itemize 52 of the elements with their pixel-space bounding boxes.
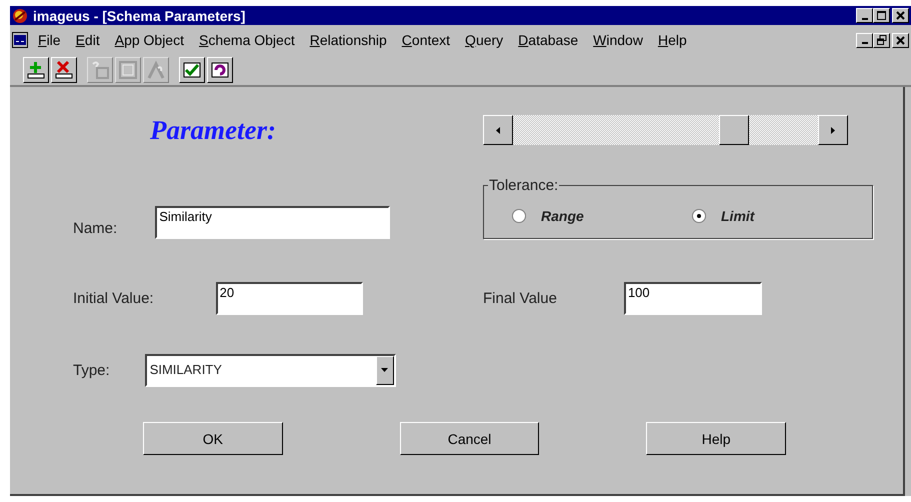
add-button[interactable] [23, 57, 49, 83]
app-icon [12, 8, 29, 24]
dialog-button[interactable]: Cancel [400, 422, 540, 455]
heading: Parameter: [150, 114, 276, 146]
close-icon [896, 11, 905, 20]
type-dropdown[interactable]: SIMILARITY [144, 354, 396, 386]
final-value-field[interactable]: 100 [624, 282, 762, 315]
refresh-button[interactable] [207, 57, 233, 83]
initial-value-label: Initial Value: [73, 290, 154, 307]
right-arrow-icon [831, 126, 835, 134]
menu-item[interactable]: Query [465, 32, 504, 48]
type-label: Type: [73, 362, 110, 378]
initial-value-field[interactable]: 20 [216, 282, 363, 315]
minimize-icon [862, 42, 868, 44]
dialog-button[interactable]: Help [646, 422, 786, 455]
name-label: Name: [73, 220, 118, 237]
minimize-button[interactable] [856, 8, 873, 23]
delete-button[interactable] [51, 57, 77, 83]
menu-item[interactable]: Help [658, 32, 687, 48]
minimize-button[interactable] [856, 32, 873, 48]
close-icon [896, 36, 905, 44]
menu-item[interactable]: Schema Object [199, 32, 295, 48]
maximize-button[interactable] [873, 8, 890, 23]
menu-item[interactable]: Relationship [310, 32, 387, 48]
document-icon[interactable] [12, 32, 28, 48]
close-button[interactable] [892, 32, 909, 48]
menu-item[interactable]: File [38, 32, 61, 48]
close-button[interactable] [892, 8, 909, 23]
menu-item[interactable]: App Object [114, 32, 184, 48]
dropdown-arrow-icon [381, 368, 388, 372]
menu-item[interactable]: Database [518, 32, 578, 48]
maximize-icon [877, 11, 886, 20]
menu-item[interactable]: Window [593, 32, 643, 48]
minimize-icon [862, 18, 868, 20]
radio-button[interactable] [512, 209, 526, 223]
menu-item[interactable]: Edit [76, 32, 100, 48]
group-label: Tolerance: [488, 177, 560, 194]
window-title: imageus - [Schema Parameters] [33, 8, 246, 24]
radio-button[interactable] [692, 209, 706, 223]
scroll-right-button[interactable] [818, 115, 848, 145]
name-field[interactable]: Similarity [155, 206, 390, 239]
dialog-button[interactable]: OK [143, 422, 283, 455]
scroll-thumb[interactable] [719, 115, 750, 145]
menu-item[interactable]: Context [402, 32, 450, 48]
left-arrow-icon [496, 126, 500, 134]
restore-button[interactable] [873, 32, 890, 48]
check-button[interactable] [179, 57, 205, 83]
radio-label[interactable]: Limit [721, 208, 754, 224]
final-value-label: Final Value [483, 290, 557, 307]
scroll-left-button[interactable] [483, 115, 513, 145]
radio-label[interactable]: Range [541, 208, 584, 224]
restore-icon [876, 35, 886, 45]
